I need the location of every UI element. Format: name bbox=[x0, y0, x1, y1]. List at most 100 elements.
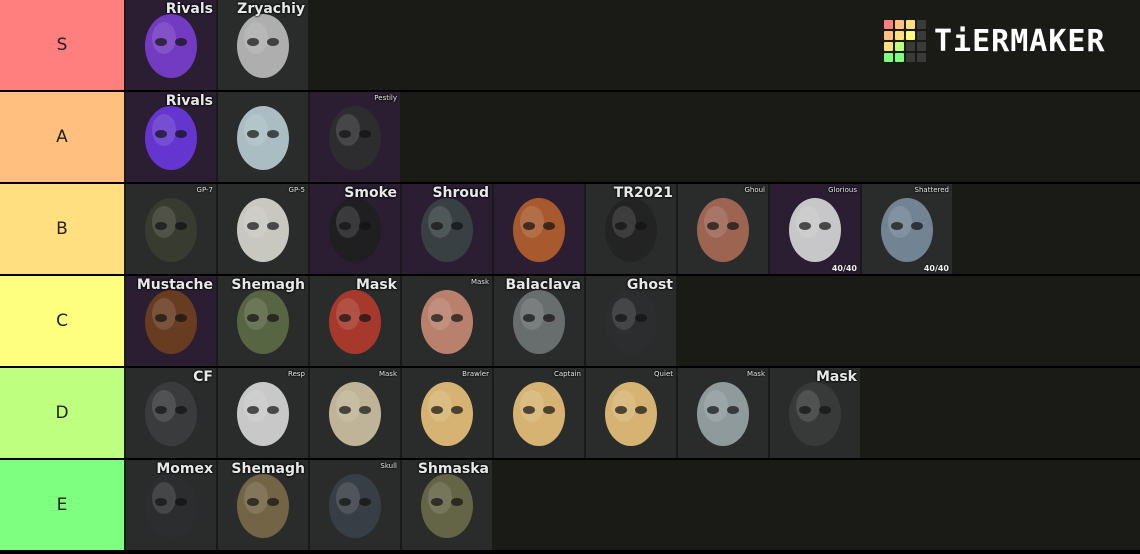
tier-item[interactable]: Smoke bbox=[310, 184, 400, 274]
item-name: Pestily bbox=[374, 94, 397, 102]
ghoul-mask-icon bbox=[697, 198, 749, 262]
tier-label[interactable]: B bbox=[0, 184, 124, 274]
item-name: TR2021 bbox=[613, 185, 673, 201]
item-name: Shroud bbox=[432, 185, 489, 201]
tier-label[interactable]: S bbox=[0, 0, 124, 90]
logo-grid-cell bbox=[884, 53, 893, 62]
tier-item[interactable]: Pestily bbox=[310, 92, 400, 182]
tier-item[interactable]: Glorious 40/40 bbox=[770, 184, 860, 274]
tier-item[interactable]: Brawler bbox=[402, 368, 492, 458]
glorious-mask-icon bbox=[789, 198, 841, 262]
tier-item[interactable]: Mask bbox=[402, 276, 492, 366]
item-name: Captain bbox=[553, 370, 581, 378]
item-name: Shemagh bbox=[231, 277, 305, 293]
item-name: Shmaska bbox=[417, 461, 489, 477]
respirator-icon bbox=[237, 382, 289, 446]
tier-item[interactable]: Ghoul bbox=[678, 184, 768, 274]
item-name: Mask bbox=[378, 370, 397, 378]
gp7-gas-mask-icon bbox=[145, 198, 197, 262]
tier-item[interactable]: Momex bbox=[126, 460, 216, 550]
pink-face-mask-icon bbox=[421, 290, 473, 354]
tier-item[interactable]: Resp bbox=[218, 368, 308, 458]
tier-item[interactable]: Mask bbox=[678, 368, 768, 458]
item-name: Shattered bbox=[914, 186, 949, 194]
tier-label[interactable]: C bbox=[0, 276, 124, 366]
item-name: Mask bbox=[746, 370, 765, 378]
item-name: Rivals bbox=[165, 1, 213, 17]
tier-item[interactable]: Balaclava bbox=[494, 276, 584, 366]
myers-mask-icon bbox=[697, 382, 749, 446]
item-name: Momex bbox=[156, 461, 213, 477]
durability-label: 40/40 bbox=[923, 264, 949, 273]
tier-item[interactable]: Mustache bbox=[126, 276, 216, 366]
tier-label[interactable]: E bbox=[0, 460, 124, 550]
white-beard-icon bbox=[237, 106, 289, 170]
tier-item[interactable]: Mask bbox=[310, 276, 400, 366]
logo-grid-cell bbox=[917, 42, 926, 51]
tier-item[interactable]: GP-7 bbox=[126, 184, 216, 274]
brawler-clown-icon bbox=[421, 382, 473, 446]
logo-grid-cell bbox=[895, 31, 904, 40]
item-name: Glorious bbox=[828, 186, 857, 194]
item-name: Brawler bbox=[462, 370, 489, 378]
item-name: Ghost bbox=[626, 277, 673, 293]
tier-item[interactable]: Shroud bbox=[402, 184, 492, 274]
item-name: Quiet bbox=[654, 370, 673, 378]
tier-item[interactable]: Ghost bbox=[586, 276, 676, 366]
tier-item[interactable]: Captain bbox=[494, 368, 584, 458]
tier-item[interactable]: TR2021 bbox=[586, 184, 676, 274]
item-name: Mask bbox=[815, 369, 857, 385]
item-name: CF bbox=[193, 369, 213, 385]
logo-grid-cell bbox=[906, 31, 915, 40]
item-name: Zryachiy bbox=[237, 1, 305, 17]
tier-item[interactable]: Shemagh bbox=[218, 276, 308, 366]
item-name: GP-7 bbox=[196, 186, 213, 194]
tier-row-b: B GP-7 GP-5 Smoke Shroud TR2021 Ghoul Glorious 4… bbox=[0, 184, 1140, 274]
tier-label[interactable]: A bbox=[0, 92, 124, 182]
logo-grid-icon bbox=[884, 20, 926, 62]
tier-item[interactable]: Rivals bbox=[126, 92, 216, 182]
logo-grid-cell bbox=[917, 20, 926, 29]
item-name: Balaclava bbox=[505, 277, 581, 293]
tier-row-e: E Momex Shemagh Skull Shmaska bbox=[0, 460, 1140, 550]
tier-item[interactable] bbox=[218, 92, 308, 182]
red-beard-icon bbox=[513, 198, 565, 262]
tier-item[interactable]: GP-5 bbox=[218, 184, 308, 274]
tier-item[interactable]: Shmaska bbox=[402, 460, 492, 550]
tier-item[interactable]: CF bbox=[126, 368, 216, 458]
tier-item[interactable]: Mask bbox=[310, 368, 400, 458]
durability-label: 40/40 bbox=[831, 264, 857, 273]
tier-label[interactable]: D bbox=[0, 368, 124, 458]
quiet-clown-icon bbox=[605, 382, 657, 446]
logo-grid-cell bbox=[884, 31, 893, 40]
item-name: Mustache bbox=[136, 277, 213, 293]
tier-item[interactable]: Mask bbox=[770, 368, 860, 458]
tier-item[interactable]: Shemagh bbox=[218, 460, 308, 550]
item-name: Rivals bbox=[165, 93, 213, 109]
item-name: Ghoul bbox=[744, 186, 765, 194]
logo-grid-cell bbox=[895, 20, 904, 29]
tier-item[interactable]: Quiet bbox=[586, 368, 676, 458]
tier-item[interactable] bbox=[494, 184, 584, 274]
logo-grid-cell bbox=[906, 20, 915, 29]
tier-row-a: A Rivals Pestily bbox=[0, 92, 1140, 182]
tier-item[interactable]: Zryachiy bbox=[218, 0, 308, 90]
tier-row-d: D CF Resp Mask Brawler Captain Quiet Mask Mask bbox=[0, 368, 1140, 458]
tier-item[interactable]: Rivals bbox=[126, 0, 216, 90]
captain-clown-icon bbox=[513, 382, 565, 446]
tier-items: Rivals Pestily bbox=[126, 92, 402, 182]
logo-grid-cell bbox=[917, 31, 926, 40]
logo-grid-cell bbox=[906, 53, 915, 62]
tier-items: Mustache Shemagh Mask Mask Balaclava Ghost bbox=[126, 276, 678, 366]
item-name: Smoke bbox=[344, 185, 397, 201]
tier-item[interactable]: Skull bbox=[310, 460, 400, 550]
tier-item[interactable]: Shattered 40/40 bbox=[862, 184, 952, 274]
plague-doctor-mask-icon bbox=[329, 106, 381, 170]
logo-grid-cell bbox=[906, 42, 915, 51]
hockey-mask-icon bbox=[329, 382, 381, 446]
item-name: Shemagh bbox=[231, 461, 305, 477]
logo-text: TiERMAKER bbox=[934, 23, 1106, 59]
tier-items: Momex Shemagh Skull Shmaska bbox=[126, 460, 494, 550]
tier-items: GP-7 GP-5 Smoke Shroud TR2021 Ghoul Glorious 40… bbox=[126, 184, 954, 274]
tiermaker-logo[interactable]: TiERMAKER bbox=[884, 20, 1106, 62]
